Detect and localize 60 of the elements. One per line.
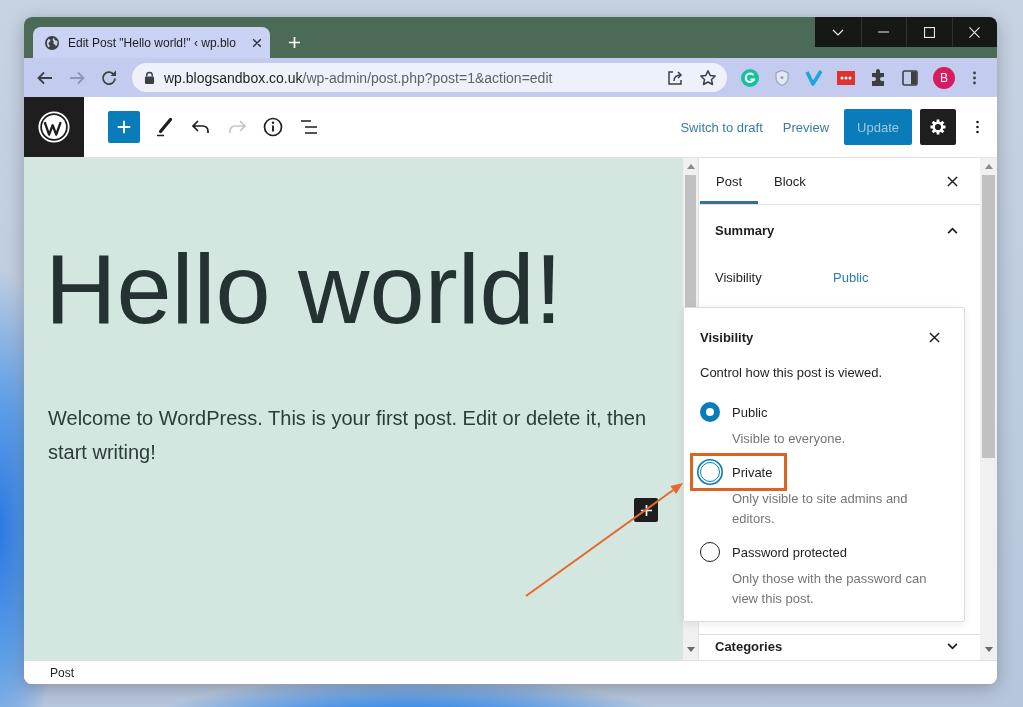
- popover-title: Visibility: [700, 329, 754, 345]
- option-description: Visible to everyone.: [732, 430, 847, 448]
- sidebar-tab[interactable]: Post: [700, 158, 758, 204]
- address-field[interactable]: wp.blogsandbox.co.uk/wp-admin/post.php?post=1&action=edit: [132, 63, 727, 92]
- logo-tile[interactable]: [24, 97, 84, 157]
- header-link[interactable]: Switch to draft: [680, 119, 763, 135]
- sidebar-tab[interactable]: Block: [758, 158, 822, 204]
- url-text[interactable]: wp.blogsandbox.co.uk/wp-admin/post.php?post=1&action=edit: [164, 69, 553, 86]
- close-icon: [969, 26, 981, 38]
- option-label[interactable]: Public: [732, 404, 768, 420]
- option-label[interactable]: Private: [732, 464, 773, 480]
- chevron-down-icon: [831, 28, 844, 36]
- globe-icon: [45, 35, 59, 50]
- option-description: Only visible to site admins and editors.: [732, 490, 909, 528]
- chevron-up-icon[interactable]: [947, 226, 958, 234]
- chevron-down-icon[interactable]: [947, 642, 958, 650]
- logo-icon: [38, 111, 70, 143]
- radio-button[interactable]: [700, 542, 720, 562]
- plus-icon[interactable]: [288, 36, 301, 49]
- panel-title[interactable]: Summary: [715, 222, 775, 238]
- reload-icon[interactable]: [100, 68, 118, 87]
- star-icon[interactable]: [699, 68, 717, 87]
- close-icon[interactable]: [929, 331, 940, 343]
- plus-icon: [115, 118, 133, 136]
- option-label[interactable]: Password protected: [732, 544, 847, 560]
- plus-icon: [639, 503, 653, 517]
- panel-title[interactable]: Categories: [715, 638, 783, 654]
- breadcrumb[interactable]: Post: [50, 665, 74, 680]
- maximize-button[interactable]: [906, 17, 952, 47]
- gear-icon: [928, 117, 948, 137]
- puzzle-icon[interactable]: [869, 68, 887, 87]
- profile-button[interactable]: B: [933, 66, 955, 89]
- info-icon[interactable]: [261, 115, 285, 139]
- scrollbar-thumb[interactable]: [685, 175, 696, 310]
- popover-description: Control how this post is viewed.: [700, 365, 884, 381]
- share-icon[interactable]: [666, 68, 684, 87]
- radio-button[interactable]: [700, 402, 720, 422]
- dots-tile-icon[interactable]: [837, 68, 855, 87]
- close-icon[interactable]: [252, 37, 262, 48]
- scroll-down-icon[interactable]: [984, 647, 993, 652]
- post-title[interactable]: Hello world!: [45, 239, 563, 338]
- inserter-button[interactable]: [634, 498, 658, 522]
- scroll-up-icon[interactable]: [984, 164, 993, 169]
- post-paragraph[interactable]: Welcome to WordPress. This is your first post. Edit or delete it, then start writing!: [48, 401, 650, 469]
- close-button[interactable]: [951, 17, 997, 47]
- maximize-icon: [923, 26, 935, 38]
- side-panel-icon[interactable]: [901, 68, 919, 87]
- row-label: Visibility: [715, 269, 763, 285]
- add-block-button[interactable]: [108, 111, 140, 143]
- header-link[interactable]: Preview: [782, 119, 830, 135]
- browser-tab[interactable]: Edit Post "Hello world!" ‹ wp.blo: [33, 27, 270, 58]
- minimize-icon: [878, 31, 890, 33]
- scrollbar-thumb[interactable]: [982, 175, 995, 458]
- settings-button[interactable]: [920, 109, 956, 145]
- scroll-up-icon[interactable]: [686, 164, 695, 169]
- visibility-link[interactable]: Public: [833, 269, 869, 285]
- lock-icon: [144, 71, 155, 84]
- close-icon[interactable]: [947, 175, 958, 187]
- option-description: Only those with the password can view this post.: [732, 570, 928, 608]
- scroll-down-icon[interactable]: [686, 647, 695, 652]
